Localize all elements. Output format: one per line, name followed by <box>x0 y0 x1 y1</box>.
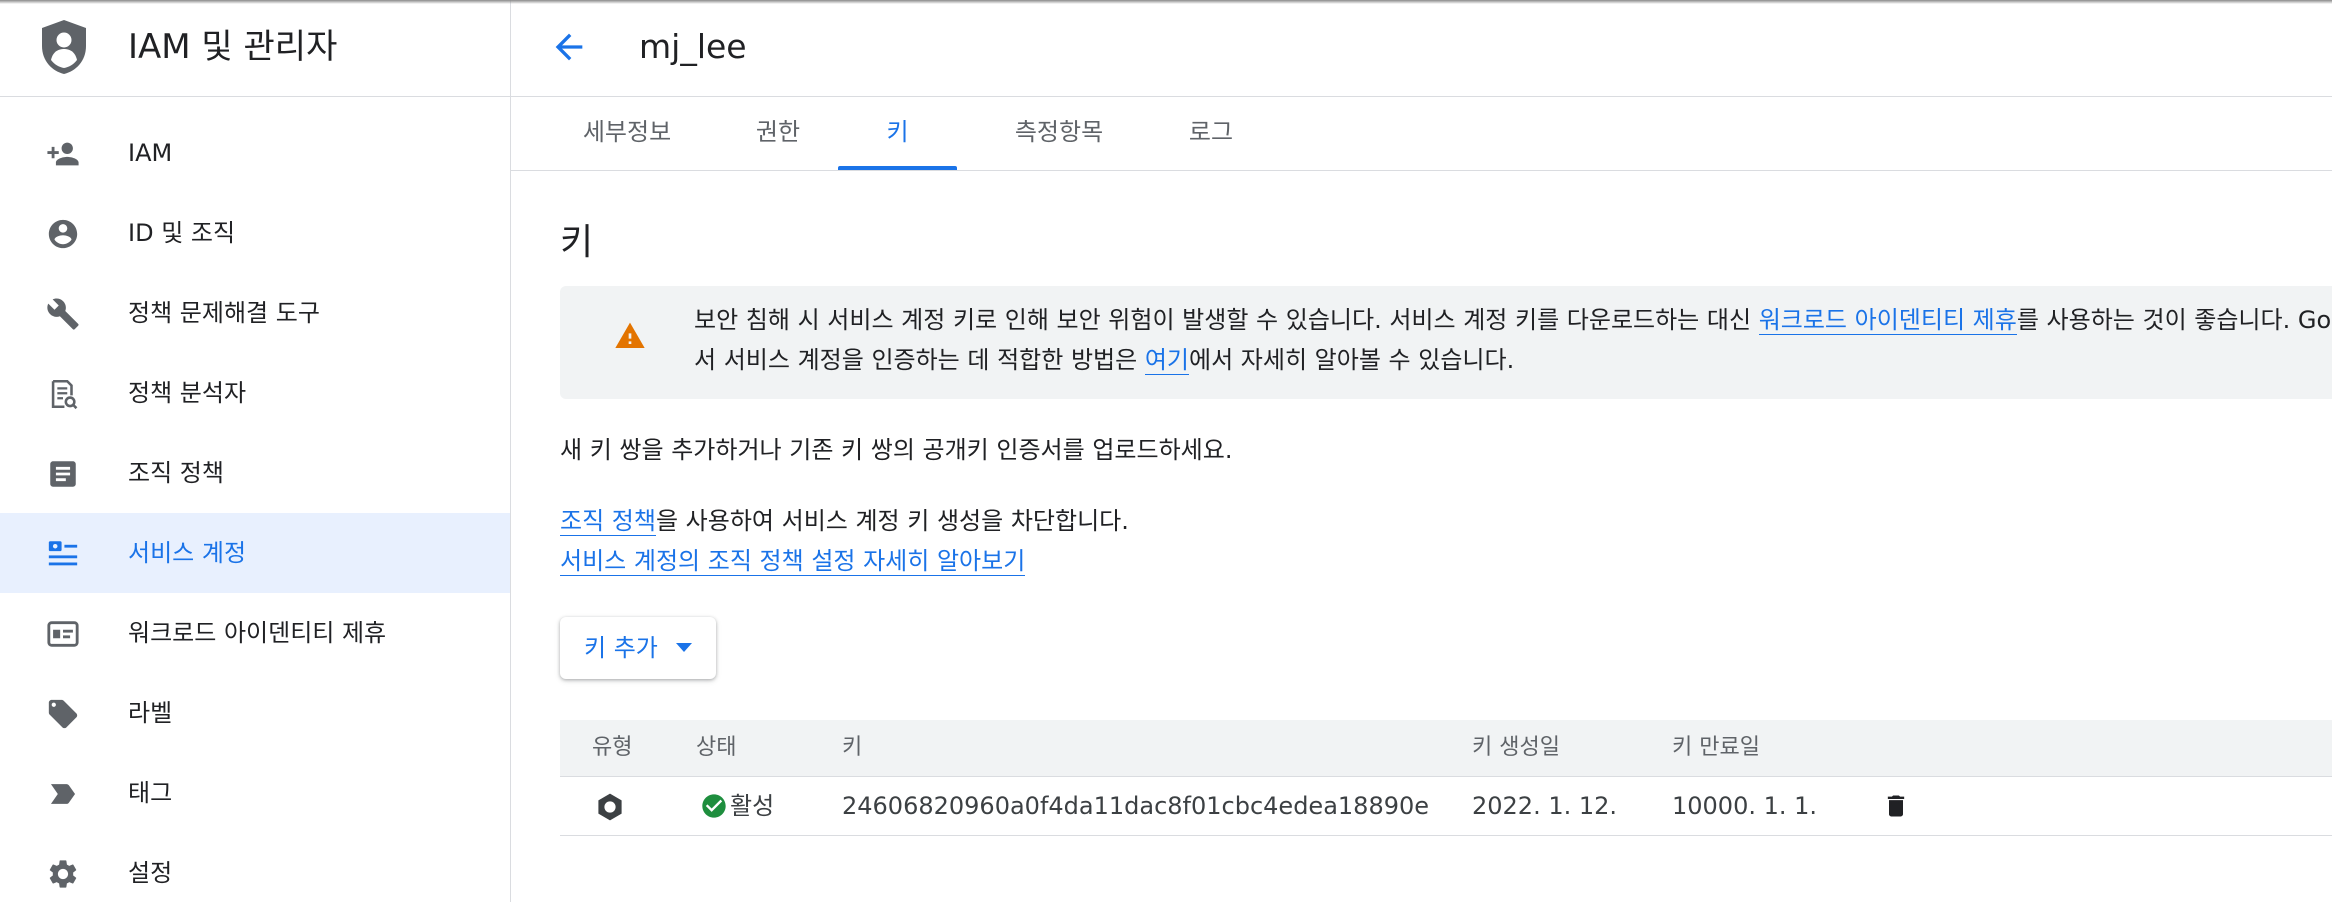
warning-text-part: 를 사용하는 것이 좋습니다. Goo <box>2016 306 2332 334</box>
app-title: IAM 및 관리자 <box>128 27 338 67</box>
column-header-expires: 키 만료일 <box>1672 735 1760 760</box>
sidebar-item-identity-organization[interactable]: ID 및 조직 <box>0 193 510 273</box>
page-title: mj_lee <box>639 27 747 66</box>
key-expiry-date: 10000. 1. 1. <box>1672 792 1818 820</box>
id-card-icon <box>47 621 79 647</box>
learn-here-link[interactable]: 여기 <box>1144 346 1190 375</box>
warning-icon <box>615 322 645 348</box>
iam-shield-logo-icon <box>42 20 86 74</box>
tab-bar: 세부정보 권한 키 측정항목 로그 <box>511 97 2332 171</box>
key-type-hexagon-icon <box>598 793 622 821</box>
tag-icon <box>48 699 78 729</box>
trash-icon[interactable] <box>1882 792 1910 820</box>
caret-down-icon <box>676 643 692 652</box>
column-header-type: 유형 <box>592 735 633 760</box>
column-header-created: 키 생성일 <box>1472 735 1560 760</box>
column-header-status: 상태 <box>696 735 737 760</box>
table-header: 유형 상태 키 키 생성일 키 만료일 <box>560 720 2332 777</box>
sidebar: IAM 및 관리자 IAM ID 및 조직 정책 문제해결 도구 정책 분석자 … <box>0 0 511 902</box>
sidebar-item-label: 조직 정책 <box>128 459 224 487</box>
tab-keys[interactable]: 키 <box>838 97 957 170</box>
sidebar-item-label: 정책 문제해결 도구 <box>128 299 320 327</box>
arrow-back-icon[interactable] <box>549 27 589 67</box>
section-title: 키 <box>560 222 594 263</box>
label-arrow-icon <box>50 784 76 804</box>
tab-metrics[interactable]: 측정항목 <box>992 97 1126 170</box>
add-key-button[interactable]: 키 추가 <box>560 617 716 679</box>
sidebar-header: IAM 및 관리자 <box>0 0 510 97</box>
service-account-icon <box>48 541 78 566</box>
org-policy-link[interactable]: 조직 정책 <box>560 507 656 536</box>
sidebar-item-policy-analyzer[interactable]: 정책 분석자 <box>0 353 510 433</box>
sidebar-item-label: ID 및 조직 <box>128 219 236 247</box>
sidebar-item-policy-troubleshooter[interactable]: 정책 문제해결 도구 <box>0 273 510 353</box>
key-created-date: 2022. 1. 12. <box>1472 792 1618 820</box>
page-header: mj_lee <box>511 0 2332 97</box>
sidebar-item-label: 정책 분석자 <box>128 379 247 407</box>
key-id: 24606820960a0f4da11dac8f01cbc4edea18890e <box>842 792 1430 820</box>
column-header-key: 키 <box>842 735 863 760</box>
sidebar-item-iam[interactable]: IAM <box>0 113 510 193</box>
workload-identity-link[interactable]: 워크로드 아이덴티티 제휴 <box>1758 306 2017 335</box>
add-key-label: 키 추가 <box>584 634 658 662</box>
top-shadow <box>0 0 2332 4</box>
sidebar-item-label: IAM <box>128 139 173 167</box>
tab-permissions[interactable]: 권한 <box>733 97 823 170</box>
check-circle-icon <box>702 794 726 818</box>
sidebar-item-label: 태그 <box>128 779 173 807</box>
account-circle-icon <box>48 219 78 249</box>
policy-analyzer-icon <box>51 379 78 410</box>
person-add-icon <box>47 142 79 166</box>
sidebar-item-label: 설정 <box>128 859 173 887</box>
warning-text-part: 에서 자세히 알아볼 수 있습니다. <box>1189 346 1515 374</box>
sidebar-item-service-accounts[interactable]: 서비스 계정 <box>0 513 510 593</box>
policy-text-part: 을 사용하여 서비스 계정 키 생성을 차단합니다. <box>655 507 1129 535</box>
sidebar-item-labels[interactable]: 라벨 <box>0 673 510 753</box>
warning-text: 보안 침해 시 서비스 계정 키로 인해 보안 위험이 발생할 수 있습니다. … <box>694 300 2332 380</box>
learn-more-link[interactable]: 서비스 계정의 조직 정책 설정 자세히 알아보기 <box>560 547 1026 576</box>
wrench-icon <box>47 298 79 330</box>
sidebar-item-settings[interactable]: 설정 <box>0 833 510 913</box>
sidebar-item-label: 서비스 계정 <box>128 539 247 567</box>
learn-more-text: 서비스 계정의 조직 정책 설정 자세히 알아보기 <box>560 543 1026 579</box>
policy-text: 조직 정책을 사용하여 서비스 계정 키 생성을 차단합니다. <box>560 503 1129 539</box>
gear-icon <box>49 860 77 888</box>
sidebar-item-label: 워크로드 아이덴티티 제휴 <box>128 619 387 647</box>
sidebar-item-workload-identity-federation[interactable]: 워크로드 아이덴티티 제휴 <box>0 593 510 673</box>
warning-banner: 보안 침해 시 서비스 계정 키로 인해 보안 위험이 발생할 수 있습니다. … <box>560 286 2332 399</box>
sidebar-item-organization-policy[interactable]: 조직 정책 <box>0 433 510 513</box>
main-content: mj_lee 세부정보 권한 키 측정항목 로그 키 보안 침해 시 서비스 계… <box>511 0 2332 902</box>
intro-text: 새 키 쌍을 추가하거나 기존 키 쌍의 공개키 인증서를 업로드하세요. <box>560 436 1233 464</box>
warning-text-part: 서 서비스 계정을 인증하는 데 적합한 방법은 <box>694 346 1145 374</box>
table-row: 활성 24606820960a0f4da11dac8f01cbc4edea188… <box>560 777 2332 836</box>
tab-details[interactable]: 세부정보 <box>560 97 694 170</box>
sidebar-item-tags[interactable]: 태그 <box>0 753 510 833</box>
warning-text-part: 보안 침해 시 서비스 계정 키로 인해 보안 위험이 발생할 수 있습니다. … <box>694 306 1759 334</box>
sidebar-item-label: 라벨 <box>128 699 173 727</box>
key-status: 활성 <box>730 792 775 820</box>
article-icon <box>50 461 76 487</box>
tab-logs[interactable]: 로그 <box>1166 97 1256 170</box>
